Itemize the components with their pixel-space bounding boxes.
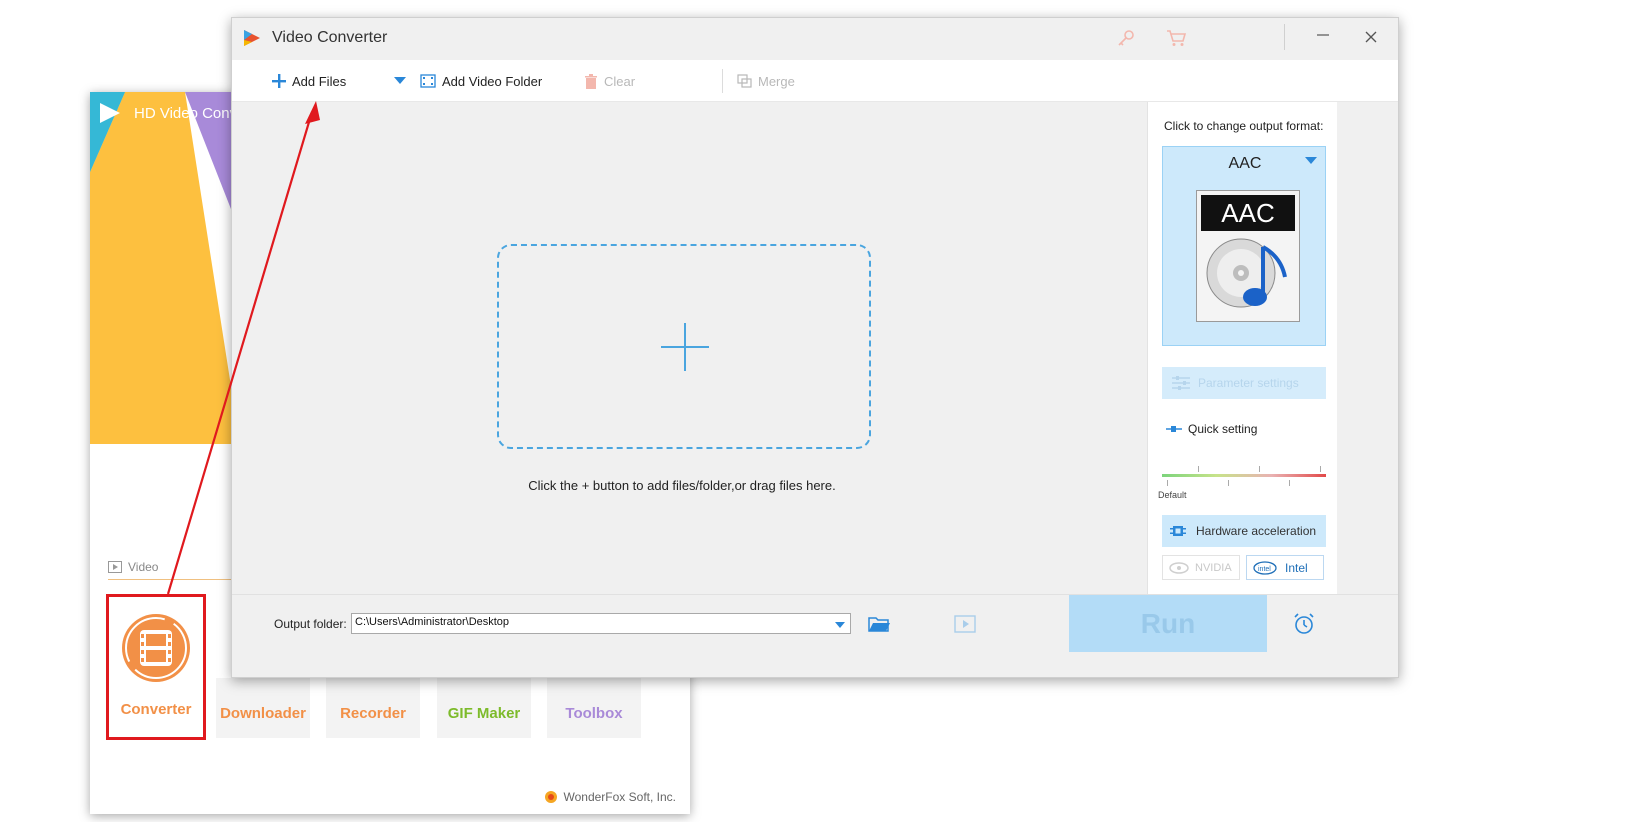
close-button[interactable] xyxy=(1356,27,1386,53)
output-format-selector[interactable]: AAC AAC xyxy=(1162,146,1326,346)
window-title: Video Converter xyxy=(272,29,388,46)
clear-label: Clear xyxy=(604,73,636,89)
converter-icon xyxy=(122,614,190,682)
quick-setting: Quick setting xyxy=(1166,422,1257,436)
film-icon xyxy=(108,560,122,573)
folder-film-icon xyxy=(420,74,436,88)
chevron-down-icon xyxy=(1305,157,1317,164)
intel-label: Intel xyxy=(1285,560,1308,575)
nvidia-label: NVIDIA xyxy=(1195,561,1232,574)
slider-tick xyxy=(1259,466,1260,472)
run-button[interactable]: Run xyxy=(1069,595,1267,652)
intel-button[interactable]: intel Intel xyxy=(1246,555,1324,580)
title-bar: Video Converter xyxy=(232,18,1398,60)
add-files-label: Add Files xyxy=(292,73,347,89)
file-drop-area[interactable]: Click the + button to add files/folder,o… xyxy=(232,102,1169,594)
toolbar: Add Files Add Video Folder Clear Merge xyxy=(232,60,1398,102)
add-files-button[interactable]: Add Files xyxy=(272,60,346,102)
add-files-dropzone[interactable] xyxy=(497,244,871,449)
open-folder-icon[interactable] xyxy=(868,615,890,633)
video-section-text: Video xyxy=(128,559,159,574)
add-video-folder-label: Add Video Folder xyxy=(442,73,543,89)
recorder-label: Recorder xyxy=(340,705,406,722)
toolbox-tile[interactable]: Toolbox xyxy=(547,678,641,738)
trash-icon xyxy=(585,73,597,89)
launcher-title: HD Video Conv xyxy=(134,105,238,122)
aac-format-badge: AAC xyxy=(1201,195,1295,231)
hardware-acceleration-toggle[interactable]: Hardware acceleration xyxy=(1162,515,1326,547)
chip-icon xyxy=(1170,526,1186,536)
footer-text: WonderFox Soft, Inc. xyxy=(563,790,677,804)
aac-format-icon: AAC xyxy=(1196,190,1300,322)
slider-tick xyxy=(1198,466,1199,472)
downloader-label: Downloader xyxy=(220,705,306,722)
slider-default-label: Default xyxy=(1158,490,1187,500)
gif-maker-tile[interactable]: GIF Maker xyxy=(437,678,531,738)
toolbar-separator xyxy=(722,69,723,93)
video-converter-window: Video Converter Add Files Add Video Fold… xyxy=(231,17,1399,678)
merge-icon xyxy=(737,74,752,88)
merge-label: Merge xyxy=(758,73,795,89)
launcher-footer: WonderFox Soft, Inc. xyxy=(544,790,677,804)
plus-icon xyxy=(272,74,286,88)
output-settings-panel: Click to change output format: AAC AAC P… xyxy=(1147,102,1337,594)
drop-hint-text: Click the + button to add files/folder,o… xyxy=(528,478,836,493)
recorder-tile[interactable]: Recorder xyxy=(326,678,420,738)
key-icon[interactable] xyxy=(1116,28,1136,48)
slider-tick xyxy=(1228,480,1229,486)
video-section-label: Video xyxy=(108,554,238,580)
converter-tile[interactable]: Converter xyxy=(106,594,206,740)
chevron-down-icon xyxy=(394,77,406,84)
output-folder-label: Output folder: xyxy=(274,617,347,631)
slider-tick xyxy=(1167,480,1168,486)
parameter-settings-button[interactable]: Parameter settings xyxy=(1162,367,1326,399)
sliders-icon xyxy=(1172,376,1190,390)
add-video-folder-button[interactable]: Add Video Folder xyxy=(420,60,542,102)
bottom-bar: Output folder: C:\Users\Administrator\De… xyxy=(232,594,1398,652)
downloader-tile[interactable]: Downloader xyxy=(216,678,310,738)
parameter-settings-label: Parameter settings xyxy=(1198,376,1299,390)
hardware-acceleration-label: Hardware acceleration xyxy=(1196,524,1317,538)
chevron-down-icon[interactable] xyxy=(835,622,845,628)
change-format-label: Click to change output format: xyxy=(1164,119,1324,133)
plus-icon-vertical xyxy=(684,323,686,371)
wonderfox-logo-icon xyxy=(544,791,557,803)
clear-button[interactable]: Clear xyxy=(584,60,635,102)
slider-icon xyxy=(1166,426,1182,432)
minimize-icon xyxy=(1317,34,1329,36)
quality-slider[interactable] xyxy=(1162,474,1326,477)
launcher-logo-icon xyxy=(100,103,120,123)
close-icon xyxy=(1365,31,1377,43)
slider-tick xyxy=(1320,466,1321,472)
gif-maker-label: GIF Maker xyxy=(447,705,521,722)
slider-tick xyxy=(1289,480,1290,486)
preview-output-icon[interactable] xyxy=(954,615,976,633)
cart-icon[interactable] xyxy=(1166,28,1188,48)
nvidia-logo-icon xyxy=(1169,561,1189,574)
converter-label: Converter xyxy=(120,701,192,718)
add-dropdown-button[interactable] xyxy=(394,60,406,102)
output-folder-input[interactable]: C:\Users\Administrator\Desktop xyxy=(351,613,851,634)
nvidia-button[interactable]: NVIDIA xyxy=(1162,555,1240,580)
intel-logo-icon: intel xyxy=(1253,560,1277,575)
disc-music-icon xyxy=(1206,238,1287,308)
merge-button[interactable]: Merge xyxy=(737,60,795,102)
svg-text:intel: intel xyxy=(1258,566,1271,573)
app-icon xyxy=(244,30,260,46)
quick-setting-label: Quick setting xyxy=(1188,422,1258,436)
minimize-button[interactable] xyxy=(1308,26,1338,52)
output-format-name: AAC xyxy=(1228,155,1262,172)
alarm-clock-icon[interactable] xyxy=(1292,612,1316,636)
toolbox-label: Toolbox xyxy=(565,705,623,722)
titlebar-separator xyxy=(1284,24,1285,50)
